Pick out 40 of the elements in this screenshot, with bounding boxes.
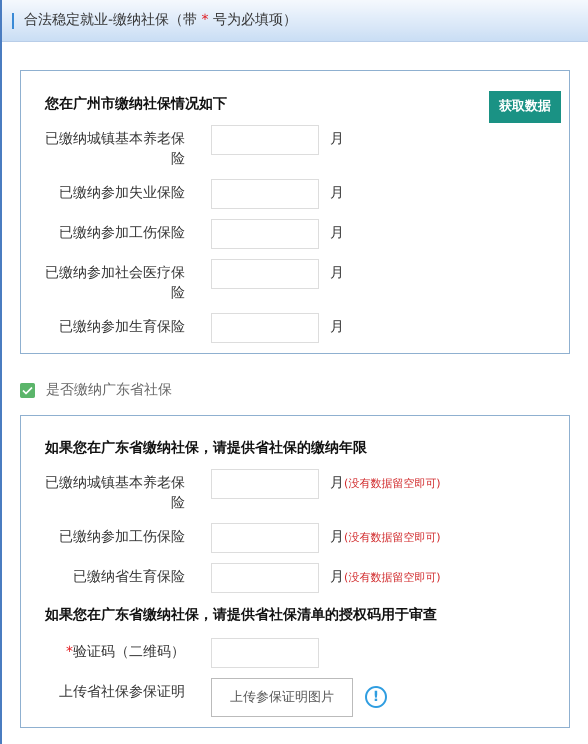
accent-bar (12, 12, 14, 28)
unit-label: 月 (330, 528, 344, 546)
field-label: 已缴纳参加工伤保险 (58, 528, 185, 546)
field-label: 已缴纳城镇基本养老保险 (45, 130, 185, 168)
page-title: 合法稳定就业-缴纳社保（带 * 号为必填项） (24, 11, 297, 30)
field-label: 已缴纳省生育保险 (72, 568, 185, 586)
input-field[interactable] (211, 638, 319, 668)
input-field[interactable] (211, 258, 319, 288)
input-field[interactable] (211, 124, 319, 154)
input-field[interactable] (211, 562, 319, 592)
input-field[interactable] (211, 522, 319, 552)
input-field[interactable] (211, 218, 319, 248)
field-label: 已缴纳参加失业保险 (58, 184, 185, 202)
field-label: *验证码（二维码） (65, 642, 185, 662)
hint-text: (没有数据留空即可) (344, 476, 441, 492)
checkbox-label: 是否缴纳广东省社保 (46, 380, 172, 400)
hint-text: (没有数据留空即可) (344, 530, 441, 546)
input-field[interactable] (211, 468, 319, 498)
unit-label: 月 (330, 264, 344, 282)
section-title: 如果您在广东省缴纳社保，请提供省社保清单的授权码用于审查 (45, 606, 438, 624)
input-field[interactable] (211, 178, 319, 208)
field-label: 已缴纳参加社会医疗保险 (45, 264, 185, 302)
input-field[interactable] (211, 312, 319, 342)
section-title: 如果您在广东省缴纳社保，请提供省社保的缴纳年限 (45, 438, 368, 458)
unit-label: 月 (330, 568, 344, 586)
unit-label: 月 (330, 224, 344, 242)
unit-label: 月 (330, 474, 344, 492)
info-icon: ! (365, 686, 387, 708)
field-label: 已缴纳参加工伤保险 (58, 224, 185, 242)
upload-button[interactable]: 上传参保证明图片 (211, 678, 353, 717)
field-label: 已缴纳城镇基本养老保险 (45, 474, 185, 512)
unit-label: 月 (330, 318, 344, 336)
checkbox[interactable] (20, 382, 35, 398)
hint-text: (没有数据留空即可) (344, 570, 441, 586)
field-label: 已缴纳参加生育保险 (58, 318, 185, 336)
unit-label: 月 (330, 184, 344, 202)
fetch-data-button[interactable]: 获取数据 (489, 91, 561, 122)
unit-label: 月 (330, 130, 344, 148)
field-label: 上传省社保参保证明 (58, 682, 185, 702)
section-title: 您在广州市缴纳社保情况如下 (45, 94, 227, 114)
